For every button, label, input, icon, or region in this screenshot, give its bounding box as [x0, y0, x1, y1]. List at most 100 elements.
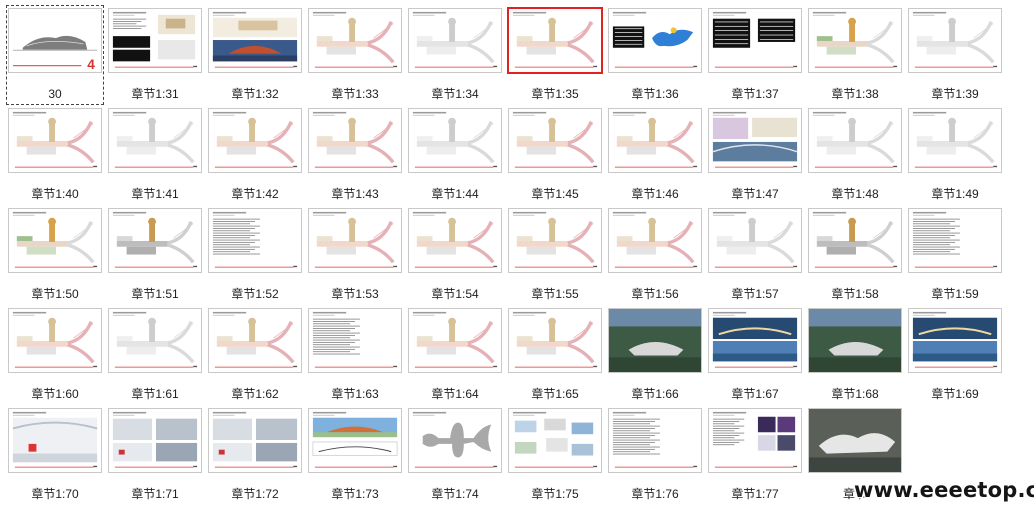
slide-thumbnail[interactable] [708, 108, 802, 173]
slide-item[interactable]: 章节1:42 [207, 106, 303, 204]
slide-item[interactable]: 章节1:63 [307, 306, 403, 404]
slide-item[interactable]: 章节1:74 [407, 406, 503, 504]
slide-thumbnail[interactable] [508, 108, 602, 173]
slide-item[interactable]: 章节1:37 [707, 6, 803, 104]
slide-thumbnail[interactable] [608, 108, 702, 173]
slide-item[interactable]: 章节1:48 [807, 106, 903, 204]
slide-item[interactable]: 章节1:65 [507, 306, 603, 404]
slide-thumbnail[interactable] [408, 108, 502, 173]
slide-thumbnail[interactable] [608, 408, 702, 473]
slide-item[interactable]: 章节1:72 [207, 406, 303, 504]
slide-thumbnail[interactable] [208, 308, 302, 373]
slide-thumbnail[interactable] [408, 208, 502, 273]
slide-item[interactable]: 章节1:45 [507, 106, 603, 204]
slide-item[interactable]: 章节1:55 [507, 206, 603, 304]
slide-thumbnail[interactable] [208, 108, 302, 173]
slide-thumbnail[interactable] [908, 208, 1002, 273]
slide-thumbnail[interactable] [408, 308, 502, 373]
slide-item[interactable]: 章节1:52 [207, 206, 303, 304]
slide-thumbnail[interactable] [8, 308, 102, 373]
slide-item[interactable]: 章节1:39 [907, 6, 1003, 104]
table-row-line [714, 39, 749, 40]
slide-item[interactable]: 章节1:32 [207, 6, 303, 104]
slide-thumbnail[interactable] [608, 308, 702, 373]
slide-item[interactable]: 章节1:75 [507, 406, 603, 504]
slide-item[interactable]: 章节1:49 [907, 106, 1003, 204]
slide-label: 章节1:67 [731, 387, 779, 401]
slide-item[interactable]: 章节1:40 [7, 106, 103, 204]
slide-thumbnail[interactable] [108, 308, 202, 373]
slide-item[interactable]: 章节1:71 [107, 406, 203, 504]
slide-item[interactable]: 章节1:44 [407, 106, 503, 204]
slide-thumbnail[interactable] [808, 308, 902, 373]
slide-item[interactable]: 章节1:53 [307, 206, 403, 304]
slide-item[interactable]: 章节1:36 [607, 6, 703, 104]
slide-item[interactable]: 章节1:41 [107, 106, 203, 204]
slide-thumbnail[interactable] [208, 208, 302, 273]
slide-item[interactable]: 章节1:57 [707, 206, 803, 304]
slide-thumbnail[interactable] [508, 208, 602, 273]
slide-item[interactable]: 章节1:62 [207, 306, 303, 404]
slide-item[interactable]: 章节1:61 [107, 306, 203, 404]
slide-item[interactable]: 章节1:47 [707, 106, 803, 204]
slide-item[interactable]: 章节1:38 [807, 6, 903, 104]
slide-thumbnail[interactable] [308, 408, 402, 473]
slide-item[interactable]: 章节1:66 [607, 306, 703, 404]
slide-item[interactable]: 章节1:69 [907, 306, 1003, 404]
slide-thumbnail[interactable] [908, 308, 1002, 373]
slide-thumbnail[interactable] [608, 208, 702, 273]
slide-item[interactable]: 章节1:73 [307, 406, 403, 504]
slide-thumbnail[interactable] [808, 408, 902, 473]
slide-item[interactable]: 章节1:35 [507, 6, 603, 104]
slide-item[interactable]: 4 30 [6, 5, 104, 105]
slide-thumbnail[interactable] [708, 308, 802, 373]
slide-thumbnail[interactable] [308, 8, 402, 73]
slide-item[interactable]: 章节1:60 [7, 306, 103, 404]
slide-thumbnail[interactable] [507, 7, 603, 74]
slide-thumbnail[interactable] [908, 108, 1002, 173]
slide-thumbnail[interactable] [308, 308, 402, 373]
slide-item[interactable]: 章节1:68 [807, 306, 903, 404]
slide-item[interactable]: 章节1:64 [407, 306, 503, 404]
slide-item[interactable]: 章节1:58 [807, 206, 903, 304]
slide-thumbnail[interactable] [808, 208, 902, 273]
slide-thumbnail[interactable] [808, 108, 902, 173]
slide-item[interactable]: 章节1:31 [107, 6, 203, 104]
slide-thumbnail[interactable] [708, 8, 802, 73]
slide-item[interactable]: 章节1:76 [607, 406, 703, 504]
slide-preview [312, 111, 398, 168]
slide-item[interactable]: 章节1:54 [407, 206, 503, 304]
slide-thumbnail[interactable] [908, 8, 1002, 73]
slide-item[interactable]: 章节1:50 [7, 206, 103, 304]
slide-item[interactable]: 章节1:59 [907, 206, 1003, 304]
slide-thumbnail[interactable] [8, 108, 102, 173]
slide-item[interactable]: 章节1:56 [607, 206, 703, 304]
slide-thumbnail[interactable] [508, 308, 602, 373]
slide-item[interactable]: 章节1:46 [607, 106, 703, 204]
slide-thumbnail[interactable] [208, 408, 302, 473]
slide-item[interactable]: 章节1:33 [307, 6, 403, 104]
slide-item[interactable]: 章节1:43 [307, 106, 403, 204]
slide-item[interactable]: 章节1:70 [7, 406, 103, 504]
slide-thumbnail[interactable] [308, 208, 402, 273]
slide-thumbnail[interactable] [808, 8, 902, 73]
slide-thumbnail[interactable] [108, 208, 202, 273]
slide-thumbnail[interactable] [408, 408, 502, 473]
slide-thumbnail[interactable] [308, 108, 402, 173]
slide-thumbnail[interactable]: 4 [8, 8, 102, 73]
slide-thumbnail[interactable] [408, 8, 502, 73]
slide-thumbnail[interactable] [8, 208, 102, 273]
slide-item[interactable]: 章节1:51 [107, 206, 203, 304]
slide-thumbnail[interactable] [108, 108, 202, 173]
slide-thumbnail[interactable] [708, 208, 802, 273]
slide-item[interactable]: 章节1:67 [707, 306, 803, 404]
slide-thumbnail[interactable] [708, 408, 802, 473]
slide-thumbnail[interactable] [208, 8, 302, 73]
slide-thumbnail[interactable] [108, 8, 202, 73]
slide-thumbnail[interactable] [608, 8, 702, 73]
slide-thumbnail[interactable] [108, 408, 202, 473]
slide-thumbnail[interactable] [8, 408, 102, 473]
slide-item[interactable]: 章节1:34 [407, 6, 503, 104]
slide-item[interactable]: 章节1:77 [707, 406, 803, 504]
slide-thumbnail[interactable] [508, 408, 602, 473]
